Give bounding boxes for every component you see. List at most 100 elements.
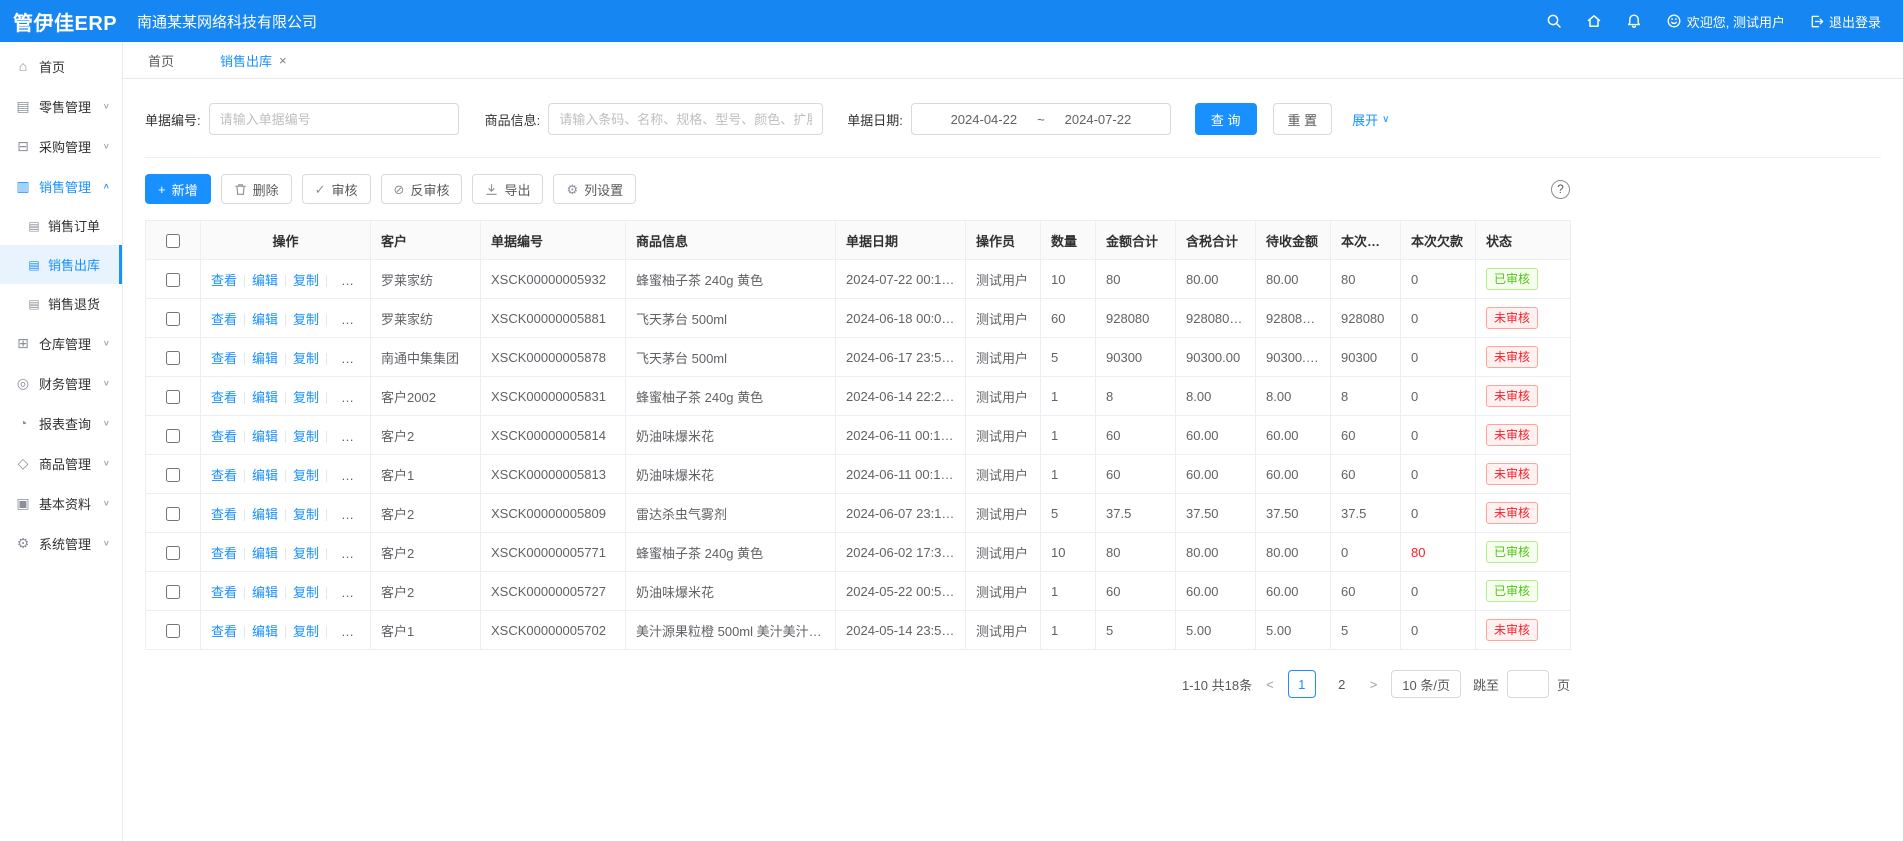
next-page-icon[interactable]: > (1368, 677, 1380, 692)
table-row: 查看编辑复制删除 客户2002 XSCK00000005831 蜂蜜柚子茶 24… (146, 377, 1571, 416)
row-checkbox[interactable] (166, 390, 180, 404)
add-button[interactable]: + 新增 (145, 174, 211, 204)
audit-button[interactable]: ✓ 审核 (302, 174, 371, 204)
view-link[interactable]: 查看 (211, 390, 237, 405)
date-range-picker[interactable]: 2024-04-22 ~ 2024-07-22 (911, 103, 1171, 135)
close-icon[interactable]: × (279, 54, 287, 67)
qty-cell: 1 (1041, 377, 1096, 416)
edit-link[interactable]: 编辑 (252, 468, 278, 483)
home-icon[interactable] (1586, 13, 1602, 29)
view-link[interactable]: 查看 (211, 351, 237, 366)
sidebar-item-products[interactable]: ◇ 商品管理 ∨ (0, 443, 122, 483)
sidebar-item-sales[interactable]: ▥ 销售管理 ∧ (0, 166, 122, 206)
row-actions: 查看编辑复制删除 (201, 494, 371, 533)
page-2-button[interactable]: 2 (1328, 670, 1356, 698)
divider (326, 587, 327, 599)
row-checkbox[interactable] (166, 624, 180, 638)
status-cell: 未审核 (1476, 611, 1571, 650)
row-checkbox[interactable] (166, 585, 180, 599)
copy-link[interactable]: 复制 (293, 546, 319, 561)
received-cell: 0 (1331, 533, 1401, 572)
delete-button[interactable]: 删除 (221, 174, 292, 204)
sidebar-item-finance[interactable]: ◎ 财务管理 ∨ (0, 363, 122, 403)
export-button[interactable]: 导出 (472, 174, 543, 204)
bell-icon[interactable] (1626, 13, 1642, 29)
copy-link[interactable]: 复制 (293, 624, 319, 639)
customer-cell: 客户1 (371, 611, 481, 650)
reset-button[interactable]: 重 置 (1273, 103, 1333, 135)
owed-cell: 0 (1401, 416, 1476, 455)
edit-link[interactable]: 编辑 (252, 390, 278, 405)
edit-link[interactable]: 编辑 (252, 312, 278, 327)
bill-no-input[interactable] (209, 103, 459, 135)
copy-link[interactable]: 复制 (293, 507, 319, 522)
table-body: 查看编辑复制删除 罗莱家纺 XSCK00000005932 蜂蜜柚子茶 240g… (146, 260, 1571, 650)
copy-link[interactable]: 复制 (293, 585, 319, 600)
chevron-down-icon: ∨ (103, 459, 110, 468)
view-link[interactable]: 查看 (211, 273, 237, 288)
copy-link[interactable]: 复制 (293, 390, 319, 405)
row-checkbox[interactable] (166, 351, 180, 365)
divider (326, 431, 327, 443)
page-1-button[interactable]: 1 (1288, 670, 1316, 698)
download-icon (485, 183, 498, 196)
filter-bar: 单据编号: 商品信息: 单据日期: 2024-04-22 ~ 2024-07-2… (145, 103, 1881, 158)
row-checkbox[interactable] (166, 468, 180, 482)
view-link[interactable]: 查看 (211, 312, 237, 327)
logout-button[interactable]: 退出登录 (1809, 12, 1881, 31)
view-link[interactable]: 查看 (211, 507, 237, 522)
qty-cell: 5 (1041, 494, 1096, 533)
report-icon: ◔ (14, 415, 32, 431)
gear-icon: ⚙ (566, 183, 578, 196)
copy-link[interactable]: 复制 (293, 468, 319, 483)
sidebar-item-sales-outbound[interactable]: ▤ 销售出库 (0, 245, 122, 284)
column-settings-button[interactable]: ⚙ 列设置 (553, 174, 636, 204)
unaudit-button[interactable]: ⊘ 反审核 (381, 174, 463, 204)
jump-page-input[interactable] (1507, 670, 1549, 698)
sidebar-item-warehouse[interactable]: ⊞ 仓库管理 ∨ (0, 323, 122, 363)
sidebar-item-purchase[interactable]: ⊟ 采购管理 ∨ (0, 126, 122, 166)
search-button[interactable]: 查 询 (1195, 103, 1257, 135)
row-checkbox[interactable] (166, 312, 180, 326)
edit-link[interactable]: 编辑 (252, 507, 278, 522)
operator-cell: 测试用户 (966, 455, 1041, 494)
edit-link[interactable]: 编辑 (252, 546, 278, 561)
edit-link[interactable]: 编辑 (252, 273, 278, 288)
page-size-select[interactable]: 10 条/页 (1391, 670, 1461, 698)
col-amount: 金额合计 (1096, 221, 1176, 260)
copy-link[interactable]: 复制 (293, 429, 319, 444)
search-icon[interactable] (1546, 13, 1562, 29)
sidebar-item-system[interactable]: ⚙ 系统管理 ∨ (0, 523, 122, 563)
sidebar-item-home[interactable]: ⌂ 首页 (0, 46, 122, 86)
tab-home[interactable]: 首页 (148, 51, 174, 70)
copy-link[interactable]: 复制 (293, 273, 319, 288)
edit-link[interactable]: 编辑 (252, 351, 278, 366)
row-checkbox[interactable] (166, 273, 180, 287)
sidebar-item-basic-data[interactable]: ▣ 基本资料 ∨ (0, 483, 122, 523)
row-checkbox[interactable] (166, 546, 180, 560)
edit-link[interactable]: 编辑 (252, 585, 278, 600)
tab-sales-outbound[interactable]: 销售出库 × (220, 51, 287, 70)
row-checkbox[interactable] (166, 429, 180, 443)
sidebar-item-reports[interactable]: ◔ 报表查询 ∨ (0, 403, 122, 443)
amount-cell: 928080 (1096, 299, 1176, 338)
expand-link[interactable]: 展开 ∨ (1352, 110, 1389, 129)
sidebar-item-sales-return[interactable]: ▤ 销售退货 (0, 284, 122, 323)
copy-link[interactable]: 复制 (293, 351, 319, 366)
copy-link[interactable]: 复制 (293, 312, 319, 327)
edit-link[interactable]: 编辑 (252, 624, 278, 639)
sidebar-item-retail[interactable]: ▤ 零售管理 ∨ (0, 86, 122, 126)
sidebar-item-sales-order[interactable]: ▤ 销售订单 (0, 206, 122, 245)
view-link[interactable]: 查看 (211, 429, 237, 444)
view-link[interactable]: 查看 (211, 468, 237, 483)
user-welcome[interactable]: 欢迎您, 测试用户 (1666, 12, 1785, 31)
select-all-checkbox[interactable] (166, 234, 180, 248)
view-link[interactable]: 查看 (211, 585, 237, 600)
product-info-input[interactable] (548, 103, 823, 135)
view-link[interactable]: 查看 (211, 546, 237, 561)
edit-link[interactable]: 编辑 (252, 429, 278, 444)
prev-page-icon[interactable]: < (1264, 677, 1276, 692)
help-icon[interactable]: ? (1551, 180, 1570, 199)
row-checkbox[interactable] (166, 507, 180, 521)
view-link[interactable]: 查看 (211, 624, 237, 639)
